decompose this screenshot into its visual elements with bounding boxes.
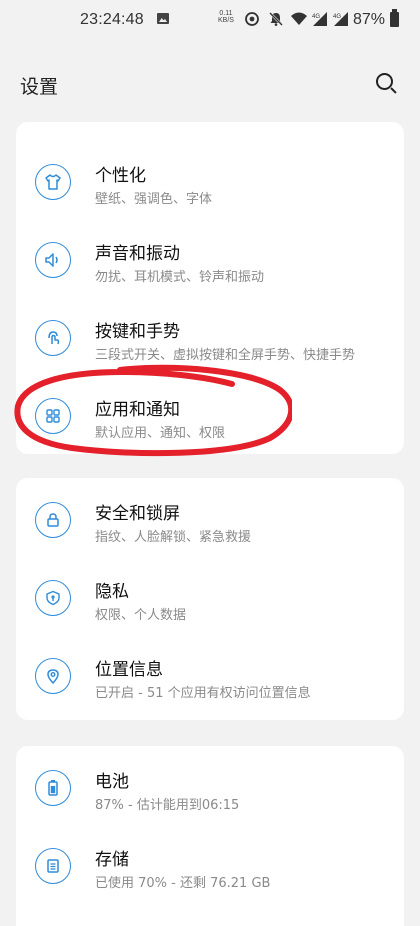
- item-subtitle: 87% - 估计能用到06:15: [95, 798, 240, 813]
- privacy-shield-icon: [35, 580, 71, 616]
- item-title: 电池: [95, 772, 129, 792]
- settings-item-sound-vibration[interactable]: 声音和振动 勿扰、耳机模式、铃声和振动: [16, 222, 404, 300]
- wifi-icon: [290, 11, 308, 30]
- item-title: 个性化: [95, 166, 146, 186]
- storage-icon: [35, 848, 71, 884]
- battery-percent: 87%: [353, 11, 386, 28]
- item-subtitle: 三段式开关、虚拟按键和全屏手势、快捷手势: [95, 348, 356, 363]
- battery-icon: [35, 770, 71, 806]
- network-speed: 0.11 KB/S: [218, 10, 234, 24]
- item-title: 安全和锁屏: [95, 504, 180, 524]
- item-subtitle: 权限、个人数据: [95, 608, 187, 623]
- status-time: 23:24:48: [80, 11, 144, 28]
- svg-text:4G: 4G: [312, 14, 320, 20]
- location-pin-icon: [35, 658, 71, 694]
- mute-icon: [268, 11, 284, 30]
- gesture-icon: [35, 320, 71, 356]
- item-title: 应用和通知: [95, 400, 180, 420]
- lock-icon: [35, 502, 71, 538]
- search-button[interactable]: [372, 69, 402, 99]
- page-title: 设置: [20, 76, 59, 98]
- svg-text:4G: 4G: [333, 14, 341, 20]
- item-subtitle: 壁纸、强调色、字体: [95, 192, 213, 207]
- settings-item-security-lockscreen[interactable]: 安全和锁屏 指纹、人脸解锁、紧急救援: [16, 482, 404, 560]
- settings-item-battery[interactable]: 电池 87% - 估计能用到06:15: [16, 750, 404, 828]
- item-title: 声音和振动: [95, 244, 180, 264]
- item-subtitle: 已使用 70% - 还剩 76.21 GB: [95, 876, 271, 891]
- network-speed-unit: KB/S: [218, 17, 234, 24]
- settings-item-apps-notifications[interactable]: 应用和通知 默认应用、通知、权限: [16, 378, 404, 456]
- settings-group-device: 电池 87% - 估计能用到06:15 存储 已使用 70% - 还剩 76.2…: [16, 746, 404, 926]
- item-subtitle: 指纹、人脸解锁、紧急救援: [95, 530, 252, 545]
- item-title: 存储: [95, 850, 129, 870]
- item-title: 按键和手势: [95, 322, 180, 342]
- item-subtitle: 默认应用、通知、权限: [95, 426, 226, 441]
- apps-grid-icon: [35, 398, 71, 434]
- battery-icon: [390, 9, 399, 27]
- item-title: 隐私: [95, 582, 129, 602]
- signal-4g-icon: 4G: [332, 11, 350, 30]
- signal-4g-icon: 4G: [311, 11, 329, 30]
- settings-item-buttons-gestures[interactable]: 按键和手势 三段式开关、虚拟按键和全屏手势、快捷手势: [16, 300, 404, 378]
- settings-item-storage[interactable]: 存储 已使用 70% - 还剩 76.21 GB: [16, 828, 404, 906]
- status-bar: 23:24:48 0.11 KB/S 4G 4G 87%: [0, 0, 420, 42]
- settings-item-location[interactable]: 位置信息 已开启 - 51 个应用有权访问位置信息: [16, 638, 404, 716]
- settings-group-security: 安全和锁屏 指纹、人脸解锁、紧急救援 隐私 权限、个人数据 位置信息 已开启 -…: [16, 478, 404, 720]
- network-speed-value: 0.11: [219, 10, 233, 17]
- settings-item-personalization[interactable]: 个性化 壁纸、强调色、字体: [16, 144, 404, 222]
- image-icon: [157, 13, 169, 24]
- tshirt-icon: [35, 164, 71, 200]
- speaker-icon: [35, 242, 71, 278]
- hotspot-icon: [244, 11, 260, 30]
- settings-item-privacy[interactable]: 隐私 权限、个人数据: [16, 560, 404, 638]
- settings-group-personal: 个性化 壁纸、强调色、字体 声音和振动 勿扰、耳机模式、铃声和振动 按键和手势 …: [16, 122, 404, 454]
- item-subtitle: 已开启 - 51 个应用有权访问位置信息: [95, 686, 311, 701]
- item-title: 位置信息: [95, 660, 163, 680]
- item-subtitle: 勿扰、耳机模式、铃声和振动: [95, 270, 265, 285]
- page-header: 设置: [0, 60, 420, 106]
